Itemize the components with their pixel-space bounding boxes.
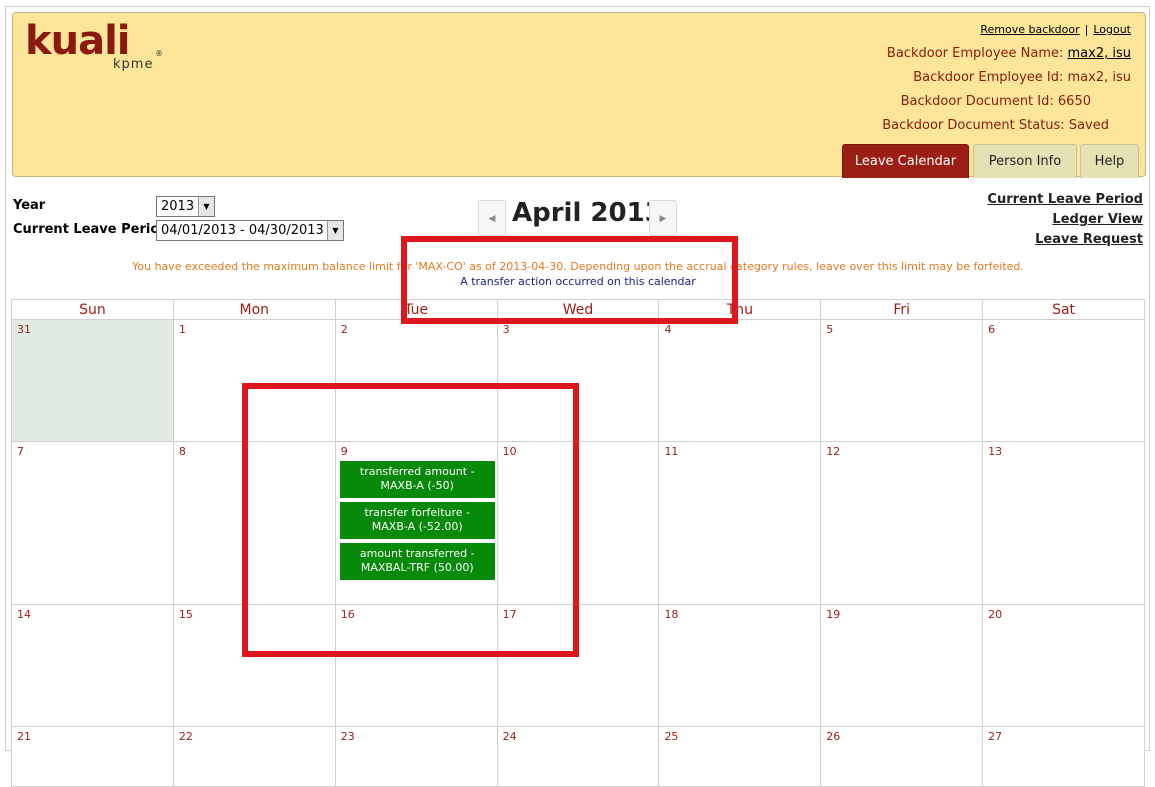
calendar-day[interactable]: 20 bbox=[983, 605, 1146, 727]
next-month-button[interactable]: ▶ bbox=[649, 200, 677, 236]
prev-month-button[interactable]: ◀ bbox=[478, 200, 506, 236]
day-number: 6 bbox=[988, 323, 996, 336]
link-separator: | bbox=[1084, 23, 1089, 36]
current-leave-period-link[interactable]: Current Leave Period bbox=[987, 190, 1143, 210]
calendar-day[interactable]: 18 bbox=[659, 605, 822, 727]
day-number: 22 bbox=[178, 730, 193, 743]
tab-leave-calendar[interactable]: Leave Calendar bbox=[842, 144, 969, 178]
chevron-down-icon: ▼ bbox=[198, 197, 214, 216]
calendar-day[interactable]: 6 bbox=[983, 320, 1146, 442]
ledger-view-link[interactable]: Ledger View bbox=[987, 210, 1143, 230]
chevron-right-icon: ▶ bbox=[659, 214, 667, 224]
tab-help[interactable]: Help bbox=[1080, 144, 1139, 178]
day-number: 25 bbox=[664, 730, 679, 743]
calendar-day[interactable]: 24 bbox=[497, 727, 660, 787]
employee-name-line: Backdoor Employee Name: max2, isu bbox=[887, 46, 1131, 61]
day-number: 1 bbox=[178, 323, 186, 336]
employee-name-label: Backdoor Employee Name: bbox=[886, 46, 1064, 61]
employee-id-label: Backdoor Employee Id: bbox=[913, 70, 1064, 85]
day-number: 2 bbox=[340, 323, 348, 336]
calendar-day[interactable]: 21 bbox=[12, 727, 174, 787]
month-title: April 2013 bbox=[512, 198, 663, 228]
day-number: 19 bbox=[826, 608, 841, 621]
calendar-day[interactable]: 27 bbox=[983, 727, 1146, 787]
annotation-box-message bbox=[401, 236, 738, 324]
day-number: 15 bbox=[178, 608, 193, 621]
weekday-sat: Sat bbox=[983, 299, 1146, 320]
chevron-down-icon: ▼ bbox=[327, 221, 343, 240]
day-number: 8 bbox=[178, 445, 186, 458]
kuali-logo: kuali ® kpme bbox=[25, 19, 165, 79]
day-number: 20 bbox=[988, 608, 1003, 621]
registered-mark-icon: ® bbox=[155, 49, 163, 58]
document-id-label: Backdoor Document Id: bbox=[900, 94, 1054, 109]
calendar-day[interactable]: 14 bbox=[12, 605, 174, 727]
calendar-day[interactable]: 7 bbox=[12, 442, 174, 605]
chevron-left-icon: ◀ bbox=[488, 214, 496, 224]
year-select[interactable]: 2013 ▼ bbox=[156, 196, 215, 217]
day-number: 26 bbox=[826, 730, 841, 743]
leave-request-link[interactable]: Leave Request bbox=[987, 230, 1143, 250]
day-number: 5 bbox=[826, 323, 834, 336]
leave-period-value: 04/01/2013 - 04/30/2013 bbox=[161, 223, 324, 238]
calendar-day[interactable]: 4 bbox=[659, 320, 822, 442]
remove-backdoor-link[interactable]: Remove backdoor bbox=[980, 23, 1079, 36]
calendar-day[interactable]: 5 bbox=[821, 320, 984, 442]
logout-link[interactable]: Logout bbox=[1093, 23, 1131, 36]
day-number: 14 bbox=[17, 608, 31, 621]
year-label: Year bbox=[13, 198, 46, 213]
leave-period-select[interactable]: 04/01/2013 - 04/30/2013 ▼ bbox=[156, 220, 344, 241]
weekday-mon: Mon bbox=[173, 299, 336, 320]
calendar-day[interactable]: 13 bbox=[983, 442, 1146, 605]
document-status-line: Backdoor Document Status: Saved bbox=[882, 118, 1109, 133]
tab-person-info[interactable]: Person Info bbox=[973, 144, 1077, 178]
day-number: 23 bbox=[340, 730, 355, 743]
employee-id-line: Backdoor Employee Id: max2, isu bbox=[913, 70, 1131, 85]
day-number: 24 bbox=[502, 730, 517, 743]
employee-id-value: max2, isu bbox=[1067, 70, 1131, 85]
calendar-day[interactable]: 12 bbox=[821, 442, 984, 605]
day-number: 12 bbox=[826, 445, 841, 458]
header-bar: kuali ® kpme Remove backdoor | Logout Back… bbox=[12, 12, 1146, 178]
day-number: 7 bbox=[17, 445, 24, 458]
logo-subtitle: kpme bbox=[113, 57, 154, 72]
calendar-day[interactable]: 22 bbox=[173, 727, 336, 787]
calendar-day[interactable]: 31 bbox=[12, 320, 174, 442]
annotation-box-events bbox=[242, 383, 579, 657]
day-number: 27 bbox=[988, 730, 1003, 743]
day-number: 11 bbox=[664, 445, 679, 458]
day-number: 21 bbox=[17, 730, 31, 743]
day-number: 13 bbox=[988, 445, 1003, 458]
employee-name-value[interactable]: max2, isu bbox=[1068, 46, 1131, 61]
document-status-value: Saved bbox=[1068, 118, 1109, 133]
calendar-day[interactable]: 11 bbox=[659, 442, 822, 605]
calendar-day[interactable]: 19 bbox=[821, 605, 984, 727]
day-number: 3 bbox=[502, 323, 510, 336]
document-id-value: 6650 bbox=[1057, 94, 1091, 109]
weekday-fri: Fri bbox=[821, 299, 984, 320]
document-status-label: Backdoor Document Status: bbox=[882, 118, 1065, 133]
right-links: Current Leave Period Ledger View Leave R… bbox=[987, 190, 1143, 250]
calendar-day[interactable]: 25 bbox=[659, 727, 822, 787]
top-links: Remove backdoor | Logout bbox=[980, 23, 1131, 36]
leave-period-label: Current Leave Period bbox=[13, 222, 169, 237]
calendar-day[interactable]: 23 bbox=[335, 727, 498, 787]
weekday-sun: Sun bbox=[12, 299, 174, 320]
document-id-line: Backdoor Document Id: 6650 bbox=[901, 94, 1091, 109]
year-value: 2013 bbox=[161, 199, 195, 214]
calendar-day[interactable]: 26 bbox=[821, 727, 984, 787]
day-number: 31 bbox=[17, 323, 31, 336]
day-number: 18 bbox=[664, 608, 679, 621]
day-number: 4 bbox=[664, 323, 672, 336]
calendar-week: 21 22 23 24 25 26 27 bbox=[12, 727, 1146, 787]
